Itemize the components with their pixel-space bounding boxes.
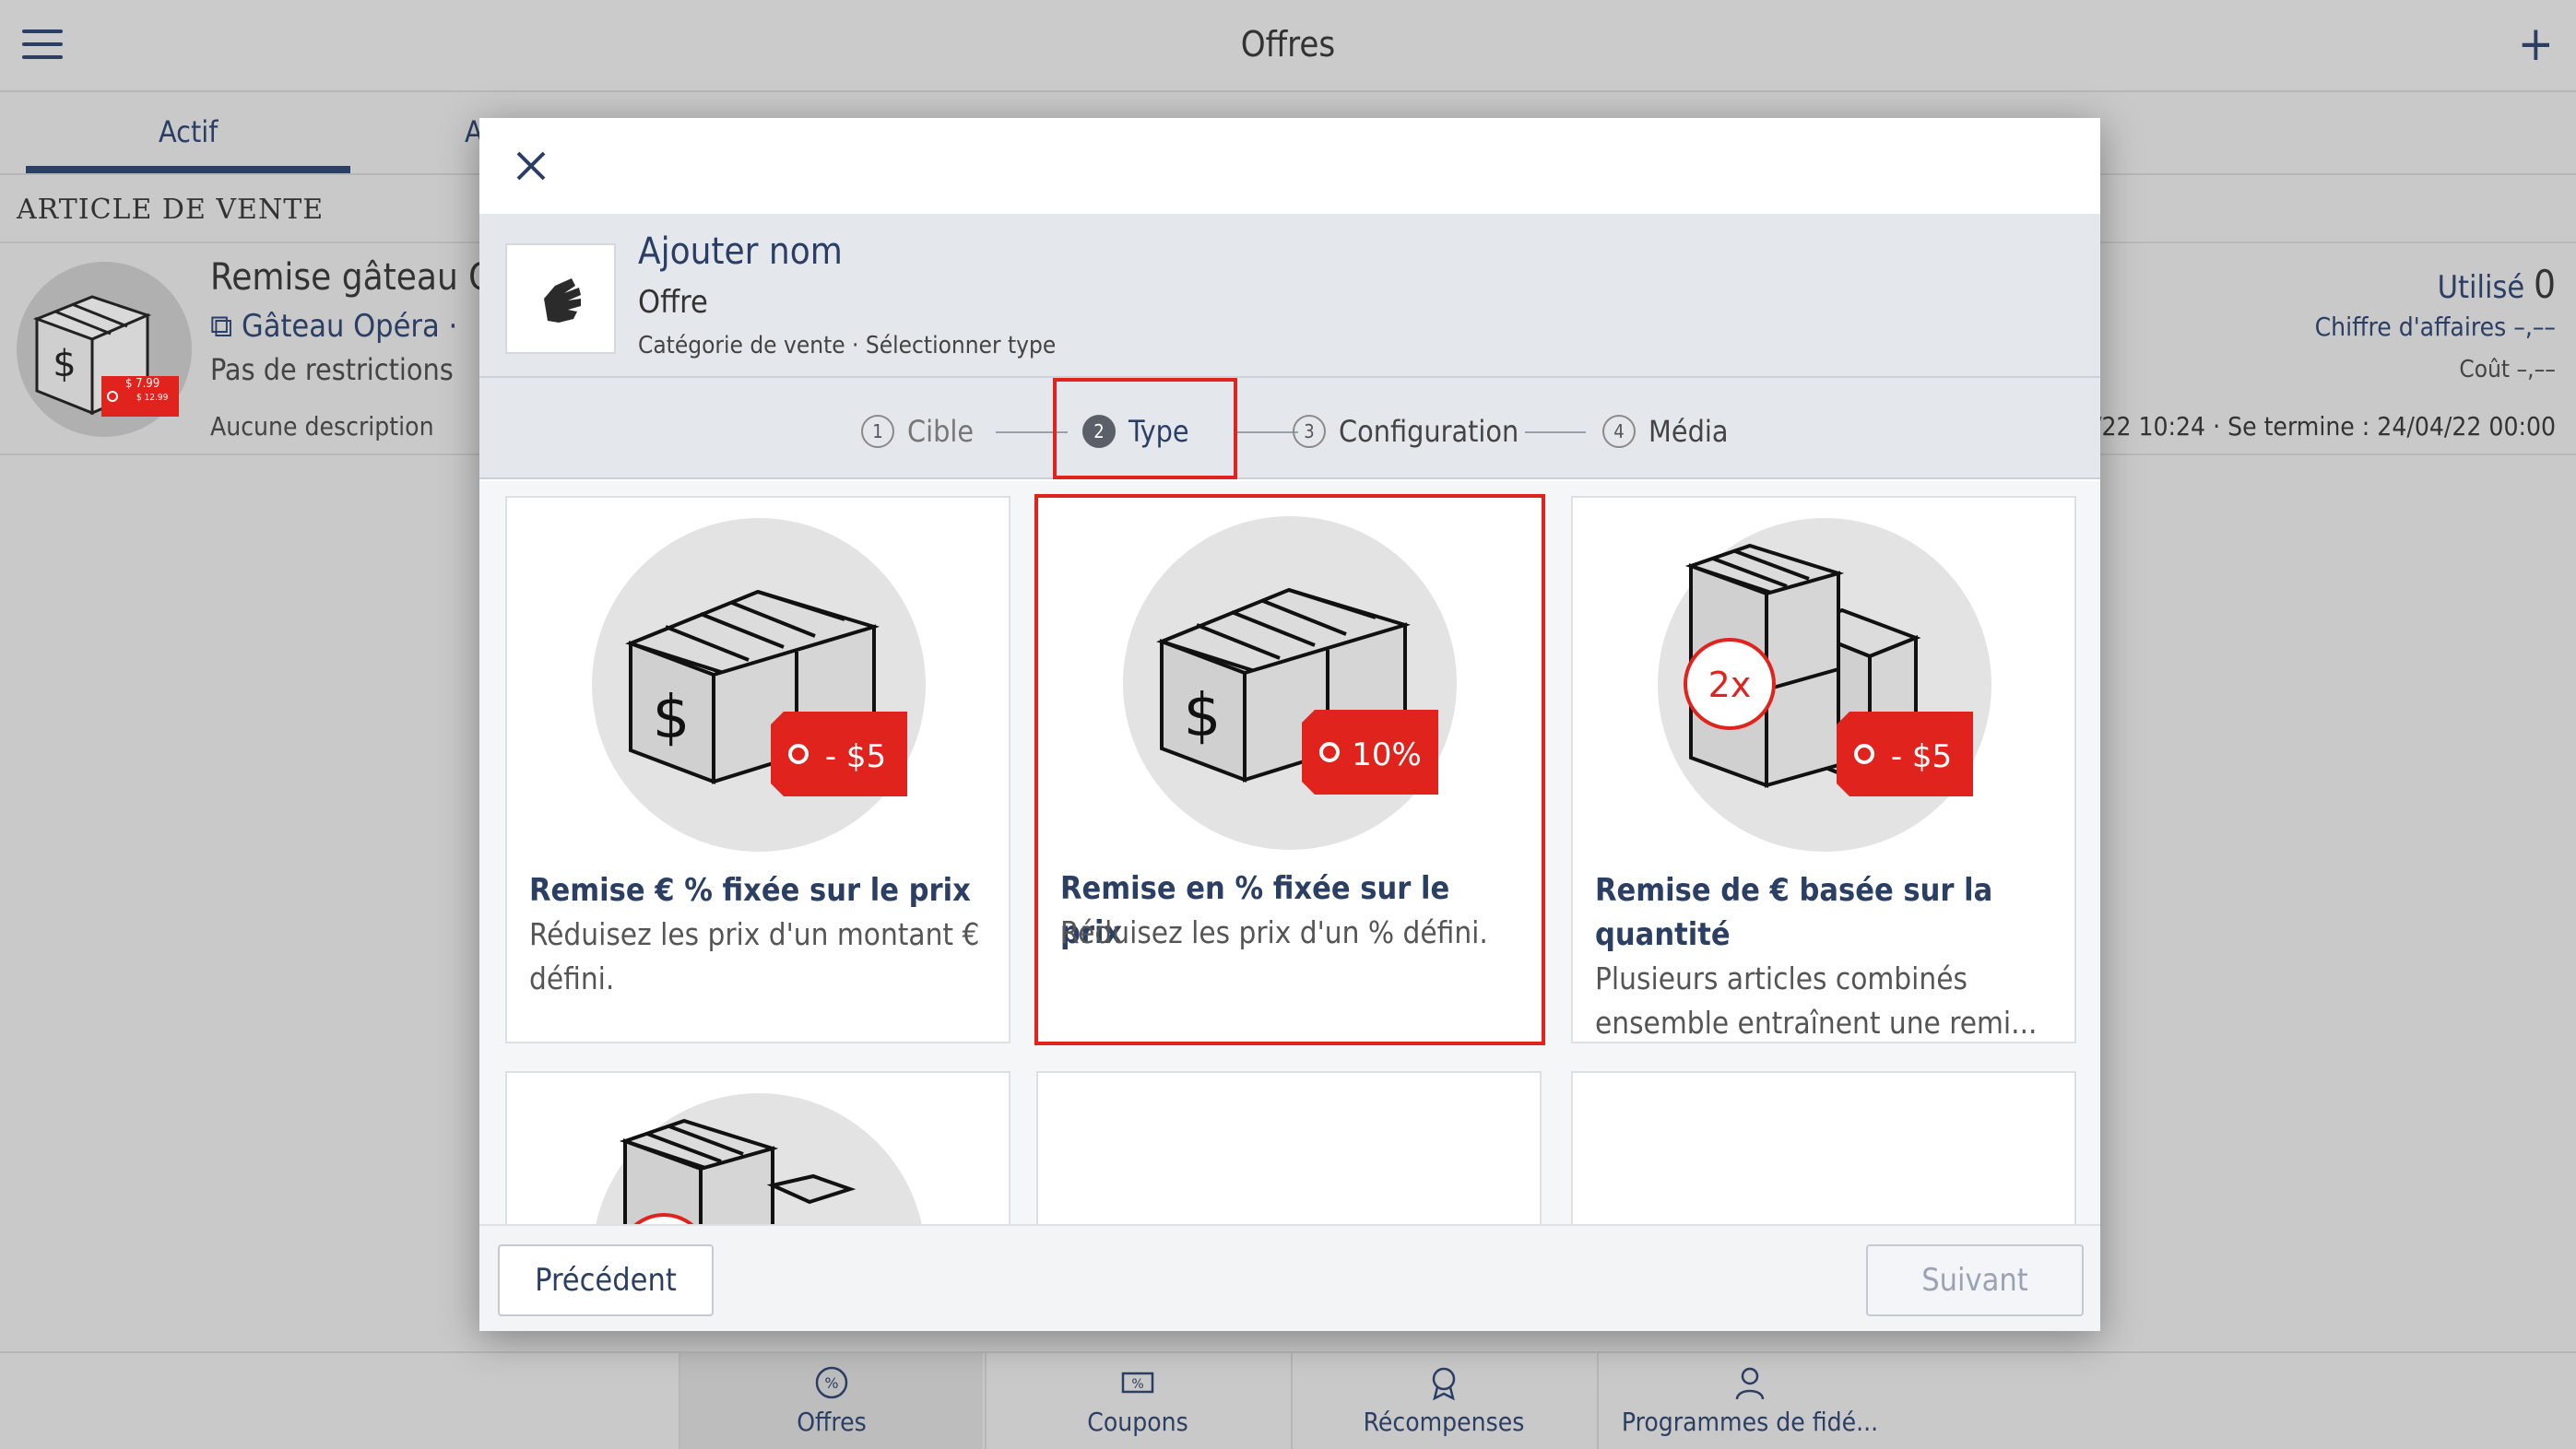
- card-description: Réduisez les prix d'un montant € défini.: [529, 916, 980, 996]
- price-tag-new: $ 7.99: [125, 377, 160, 391]
- wizard-steps: 1 Cible 2 Type 3 Configuration 4 Média: [479, 378, 2100, 479]
- box-discount-icon: $ 10%: [1156, 587, 1438, 795]
- step-label: Média: [1648, 414, 1729, 449]
- current-step-highlight: [1053, 378, 1237, 479]
- card-description: Plusieurs articles combinés ensemble ent…: [1595, 960, 2038, 1041]
- app-title: Offres: [1240, 24, 1336, 65]
- cost-value: Coût –,––: [2459, 356, 2556, 383]
- card-tag: - $5: [1891, 738, 1952, 775]
- box-discount-icon: $ - $5: [625, 589, 907, 796]
- svg-text:$: $: [53, 343, 76, 385]
- usage-count: Utilisé 0: [2438, 262, 2556, 307]
- card-illustration: $ - $5: [592, 518, 926, 852]
- offer-category: Catégorie de vente · Sélectionner type: [638, 332, 1057, 359]
- step-number: 1: [861, 415, 894, 448]
- product-box-icon: ⧉: [210, 308, 242, 345]
- offer-icon-box[interactable]: [505, 243, 616, 354]
- hand-offer-icon: [544, 278, 581, 323]
- used-value: 0: [2533, 262, 2556, 307]
- revenue-value: Chiffre d'affaires –,––: [2314, 312, 2556, 342]
- product-name: Gâteau Opéra ·: [242, 308, 458, 345]
- nav-recompenses[interactable]: Récompenses: [1291, 1353, 1595, 1449]
- card-tag: - $5: [825, 738, 886, 775]
- stacked-boxes-icon: [619, 1118, 857, 1224]
- percent-badge-icon: %: [815, 1366, 848, 1399]
- nav-programmes[interactable]: Programmes de fidé...: [1597, 1353, 1901, 1449]
- step-connector: [1525, 431, 1586, 433]
- tab-actif[interactable]: Actif: [159, 114, 218, 149]
- used-label: Utilisé: [2437, 269, 2525, 306]
- step-label: Cible: [907, 414, 975, 449]
- nav-coupons[interactable]: % Coupons: [985, 1353, 1289, 1449]
- offer-product: ⧉ Gâteau Opéra ·: [210, 308, 457, 345]
- dialog-topbar: [479, 118, 2100, 214]
- step-cible[interactable]: 1 Cible: [861, 411, 974, 452]
- offer-description: Aucune description: [210, 411, 434, 442]
- card-illustration: [592, 1093, 926, 1224]
- stacked-boxes-icon: 2x - $5: [1684, 543, 1973, 796]
- active-tab-indicator: [26, 166, 350, 173]
- bottom-navigation: % Offres % Coupons Récompenses Programme…: [0, 1351, 2576, 1449]
- offer-dates: 04/22 10:24 · Se termine : 24/04/22 00:0…: [2063, 411, 2556, 442]
- type-card-empty[interactable]: [1571, 1071, 2076, 1224]
- step-number: 3: [1293, 415, 1326, 448]
- step-number: 4: [1602, 415, 1636, 448]
- app-header: Offres +: [0, 0, 2576, 92]
- offer-thumbnail: $: [17, 262, 192, 437]
- offer-name[interactable]: Ajouter nom: [638, 230, 843, 273]
- previous-button[interactable]: Précédent: [498, 1244, 714, 1316]
- quantity-badge: 2x: [1708, 665, 1752, 705]
- type-card-percent[interactable]: $ 10% Remise en % fixée sur le prix Rédu…: [1034, 494, 1545, 1045]
- svg-text:$: $: [1184, 682, 1222, 750]
- svg-text:$: $: [653, 684, 691, 752]
- add-icon[interactable]: +: [2518, 20, 2554, 68]
- offer-type-grid: $ - $5 Remise € % fixée sur le prix Rédu…: [479, 481, 2100, 1224]
- step-configuration[interactable]: 3 Configuration: [1293, 411, 1518, 452]
- box-dollar-icon: $: [32, 295, 179, 417]
- nav-recompenses-label: Récompenses: [1363, 1407, 1525, 1437]
- loyalty-person-icon: [1735, 1367, 1765, 1400]
- type-card-fixed-amount[interactable]: $ - $5 Remise € % fixée sur le prix Rédu…: [505, 496, 1010, 1043]
- close-icon[interactable]: [511, 146, 551, 186]
- award-icon: [1432, 1367, 1456, 1401]
- svg-text:%: %: [824, 1374, 838, 1392]
- dialog-footer: Précédent Suivant: [479, 1224, 2100, 1331]
- nav-programmes-label: Programmes de fidé...: [1621, 1407, 1879, 1437]
- card-illustration: $ 10%: [1123, 516, 1457, 850]
- offer-title: Remise gâteau O: [210, 256, 495, 299]
- card-tag: 10%: [1352, 736, 1422, 773]
- next-button[interactable]: Suivant: [1866, 1244, 2084, 1316]
- nav-offres[interactable]: % Offres: [679, 1353, 983, 1449]
- offer-summary: Ajouter nom Offre Catégorie de vente · S…: [479, 214, 2100, 378]
- card-title: Remise € % fixée sur le prix: [529, 872, 971, 909]
- step-label: Configuration: [1339, 414, 1519, 449]
- offer-restrictions: Pas de restrictions: [210, 352, 454, 387]
- card-description: Réduisez les prix d'un % défini.: [1060, 914, 1488, 950]
- step-connector: [1237, 431, 1298, 433]
- coupon-icon: %: [1121, 1372, 1154, 1394]
- type-card-quantity[interactable]: 2x - $5 Remise de € basée sur la quantit…: [1571, 496, 2076, 1043]
- card-title: Remise de € basée sur la quantité: [1595, 872, 1993, 953]
- card-illustration: 2x - $5: [1658, 518, 1991, 852]
- section-label: ARTICLE DE VENTE: [17, 194, 325, 226]
- nav-offres-label: Offres: [797, 1407, 867, 1437]
- type-card-empty[interactable]: [1036, 1071, 1542, 1224]
- type-card-partial[interactable]: [505, 1071, 1010, 1224]
- nav-coupons-label: Coupons: [1087, 1407, 1188, 1437]
- price-tag-old: $ 12.99: [136, 393, 169, 403]
- offer-type-dialog: Ajouter nom Offre Catégorie de vente · S…: [479, 118, 2100, 1331]
- offer-type: Offre: [638, 284, 708, 321]
- step-media[interactable]: 4 Média: [1602, 411, 1728, 452]
- svg-text:%: %: [1131, 1377, 1143, 1392]
